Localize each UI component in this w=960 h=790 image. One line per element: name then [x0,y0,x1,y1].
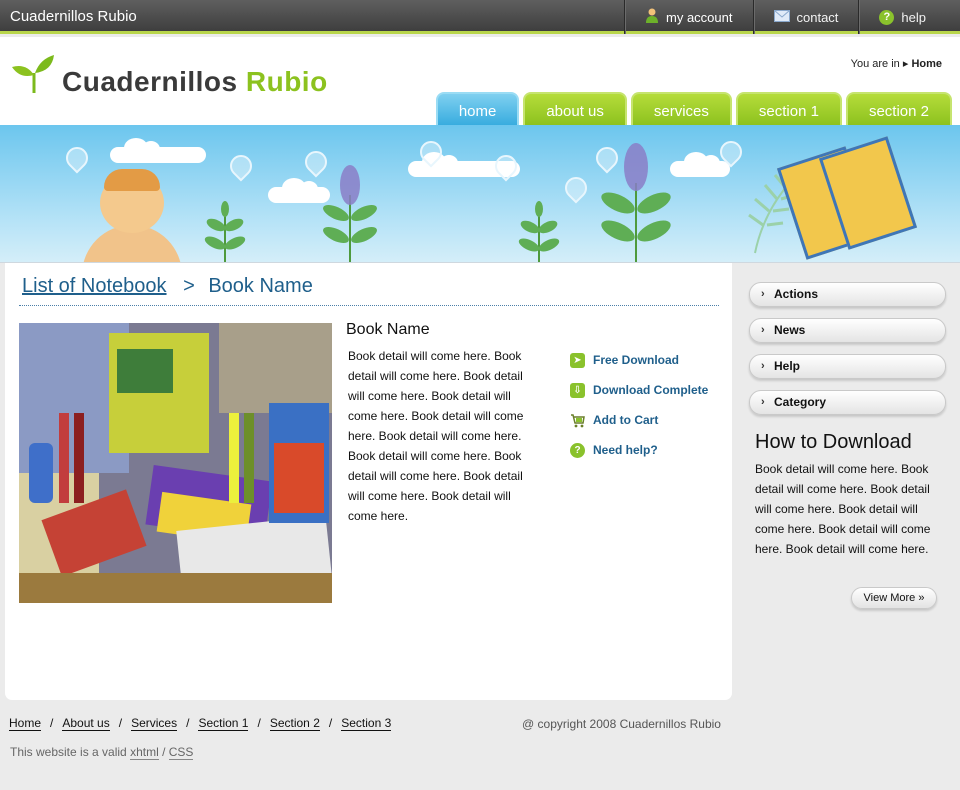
contact-label: contact [796,9,839,25]
validation-text: This website is a valid [10,745,127,759]
validation-note: This website is a valid xhtml / CSS [10,745,194,760]
tab-services[interactable]: services [630,92,732,125]
school-supplies-image [19,323,332,603]
sidebar-item-news[interactable]: › News [749,318,946,343]
footer-link-about-us[interactable]: About us [62,716,110,731]
help-label: help [901,9,926,25]
help-icon: ? [879,9,895,25]
you-are-in-label: You are in [850,58,900,70]
breadcrumb-current: Book Name [208,275,313,297]
copyright: @ copyright 2008 Cuadernillos Rubio [522,717,721,731]
contact-link[interactable]: contact [752,0,859,34]
breadcrumb-list-link[interactable]: List of Notebook [22,275,167,297]
main-content: List of Notebook > Book Name Book Name B… [5,263,732,700]
css-link[interactable]: CSS [168,745,194,760]
help-icon: ? [570,442,585,458]
my-account-link[interactable]: my account [624,0,752,34]
footer-separator: / [186,716,190,730]
chevron-right-icon: › [761,324,765,336]
tab-home[interactable]: home [435,92,520,125]
child-hair-illustration [104,169,160,191]
sidebar-item-actions[interactable]: › Actions [749,282,946,307]
plant-graphic [601,143,671,262]
divider [19,305,719,306]
cloud-graphic [110,138,206,163]
sidebar-item-help[interactable]: › Help [749,354,946,379]
header: Cuadernillos Rubio You are in ▸ Home hom… [0,37,960,125]
logo-text: Cuadernillos Rubio [62,66,328,98]
view-more-button[interactable]: View More » [851,587,937,609]
book-photo[interactable] [19,323,332,603]
how-to-download-text: Book detail will come here. Book detail … [755,462,931,556]
footer-link-section-2[interactable]: Section 2 [269,716,320,731]
envelope-icon [773,9,790,25]
tab-section-2[interactable]: section 2 [845,92,952,125]
download-complete-link[interactable]: ⇩ Download Complete [570,375,708,405]
top-links: my account contact ? help [624,0,946,34]
book-title: Book Name [346,321,430,338]
hero-banner [0,125,960,263]
plant-graphic [323,165,377,262]
chevron-right-icon: › [761,396,765,408]
cloud-graphic [670,152,730,177]
footer-separator: / [257,716,261,730]
footer-link-section-1[interactable]: Section 1 [198,716,249,731]
cart-icon [570,413,585,428]
add-to-cart-link[interactable]: Add to Cart [570,405,708,435]
sidebar-item-label: Help [774,359,801,373]
footer-separator: / [118,716,123,730]
free-download-label: Free Download [593,353,680,367]
download-complete-icon: ⇩ [570,382,585,398]
free-download-link[interactable]: ➤ Free Download [570,345,708,375]
footer-link-section-3[interactable]: Section 3 [341,716,392,731]
need-help-label: Need help? [593,443,658,457]
download-arrow-icon: ➤ [570,352,585,368]
logo-text-part2: Rubio [245,66,328,97]
footer-separator: / [50,716,54,730]
location-breadcrumb: You are in ▸ Home [851,57,942,70]
breadcrumb-separator: > [183,275,195,297]
footer-separator: / [328,716,333,730]
my-account-label: my account [666,9,733,25]
chevron-right-icon: ▸ [902,58,909,70]
book-actions: ➤ Free Download ⇩ Download Complete Add … [570,345,708,465]
main-nav: home about us services section 1 section… [435,92,952,125]
sidebar-item-label: News [774,323,806,337]
footer-nav: Home / About us / Services / Section 1 /… [9,716,392,731]
user-icon [645,8,659,26]
content-breadcrumb: List of Notebook > Book Name [22,275,313,298]
chevron-right-icon: » [918,592,925,604]
leaf-logo-icon [10,55,58,98]
footer-link-services[interactable]: Services [131,716,178,731]
help-link[interactable]: ? help [858,0,946,34]
droplet-graphic [560,172,592,204]
download-complete-label: Download Complete [593,383,709,397]
sidebar-item-label: Category [774,395,827,409]
chevron-right-icon: › [761,288,765,300]
chevron-right-icon: › [761,360,765,372]
sidebar-item-category[interactable]: › Category [749,390,946,415]
tab-about-us[interactable]: about us [523,92,627,125]
xhtml-link[interactable]: xhtml [130,745,159,760]
logo[interactable]: Cuadernillos Rubio [10,55,328,98]
how-to-download-heading: How to Download [755,431,912,453]
droplet-graphic [61,142,93,174]
footer-separator: / [162,745,166,759]
plant-graphic [204,201,246,262]
footer-link-home[interactable]: Home [9,716,42,731]
sidebar-item-label: Actions [774,287,819,301]
top-bar: Cuadernillos Rubio my account contact ? … [0,0,960,34]
add-to-cart-label: Add to Cart [593,413,659,427]
current-location: Home [911,58,942,70]
need-help-link[interactable]: ? Need help? [570,435,708,465]
droplet-graphic [225,150,257,182]
site-name: Cuadernillos Rubio [10,8,137,25]
logo-text-part1: Cuadernillos [62,66,238,97]
book-description: Book detail will come here. Book detail … [348,349,524,523]
view-more-label: View More [863,592,916,604]
plant-graphic [518,201,560,262]
tab-section-1[interactable]: section 1 [735,92,842,125]
